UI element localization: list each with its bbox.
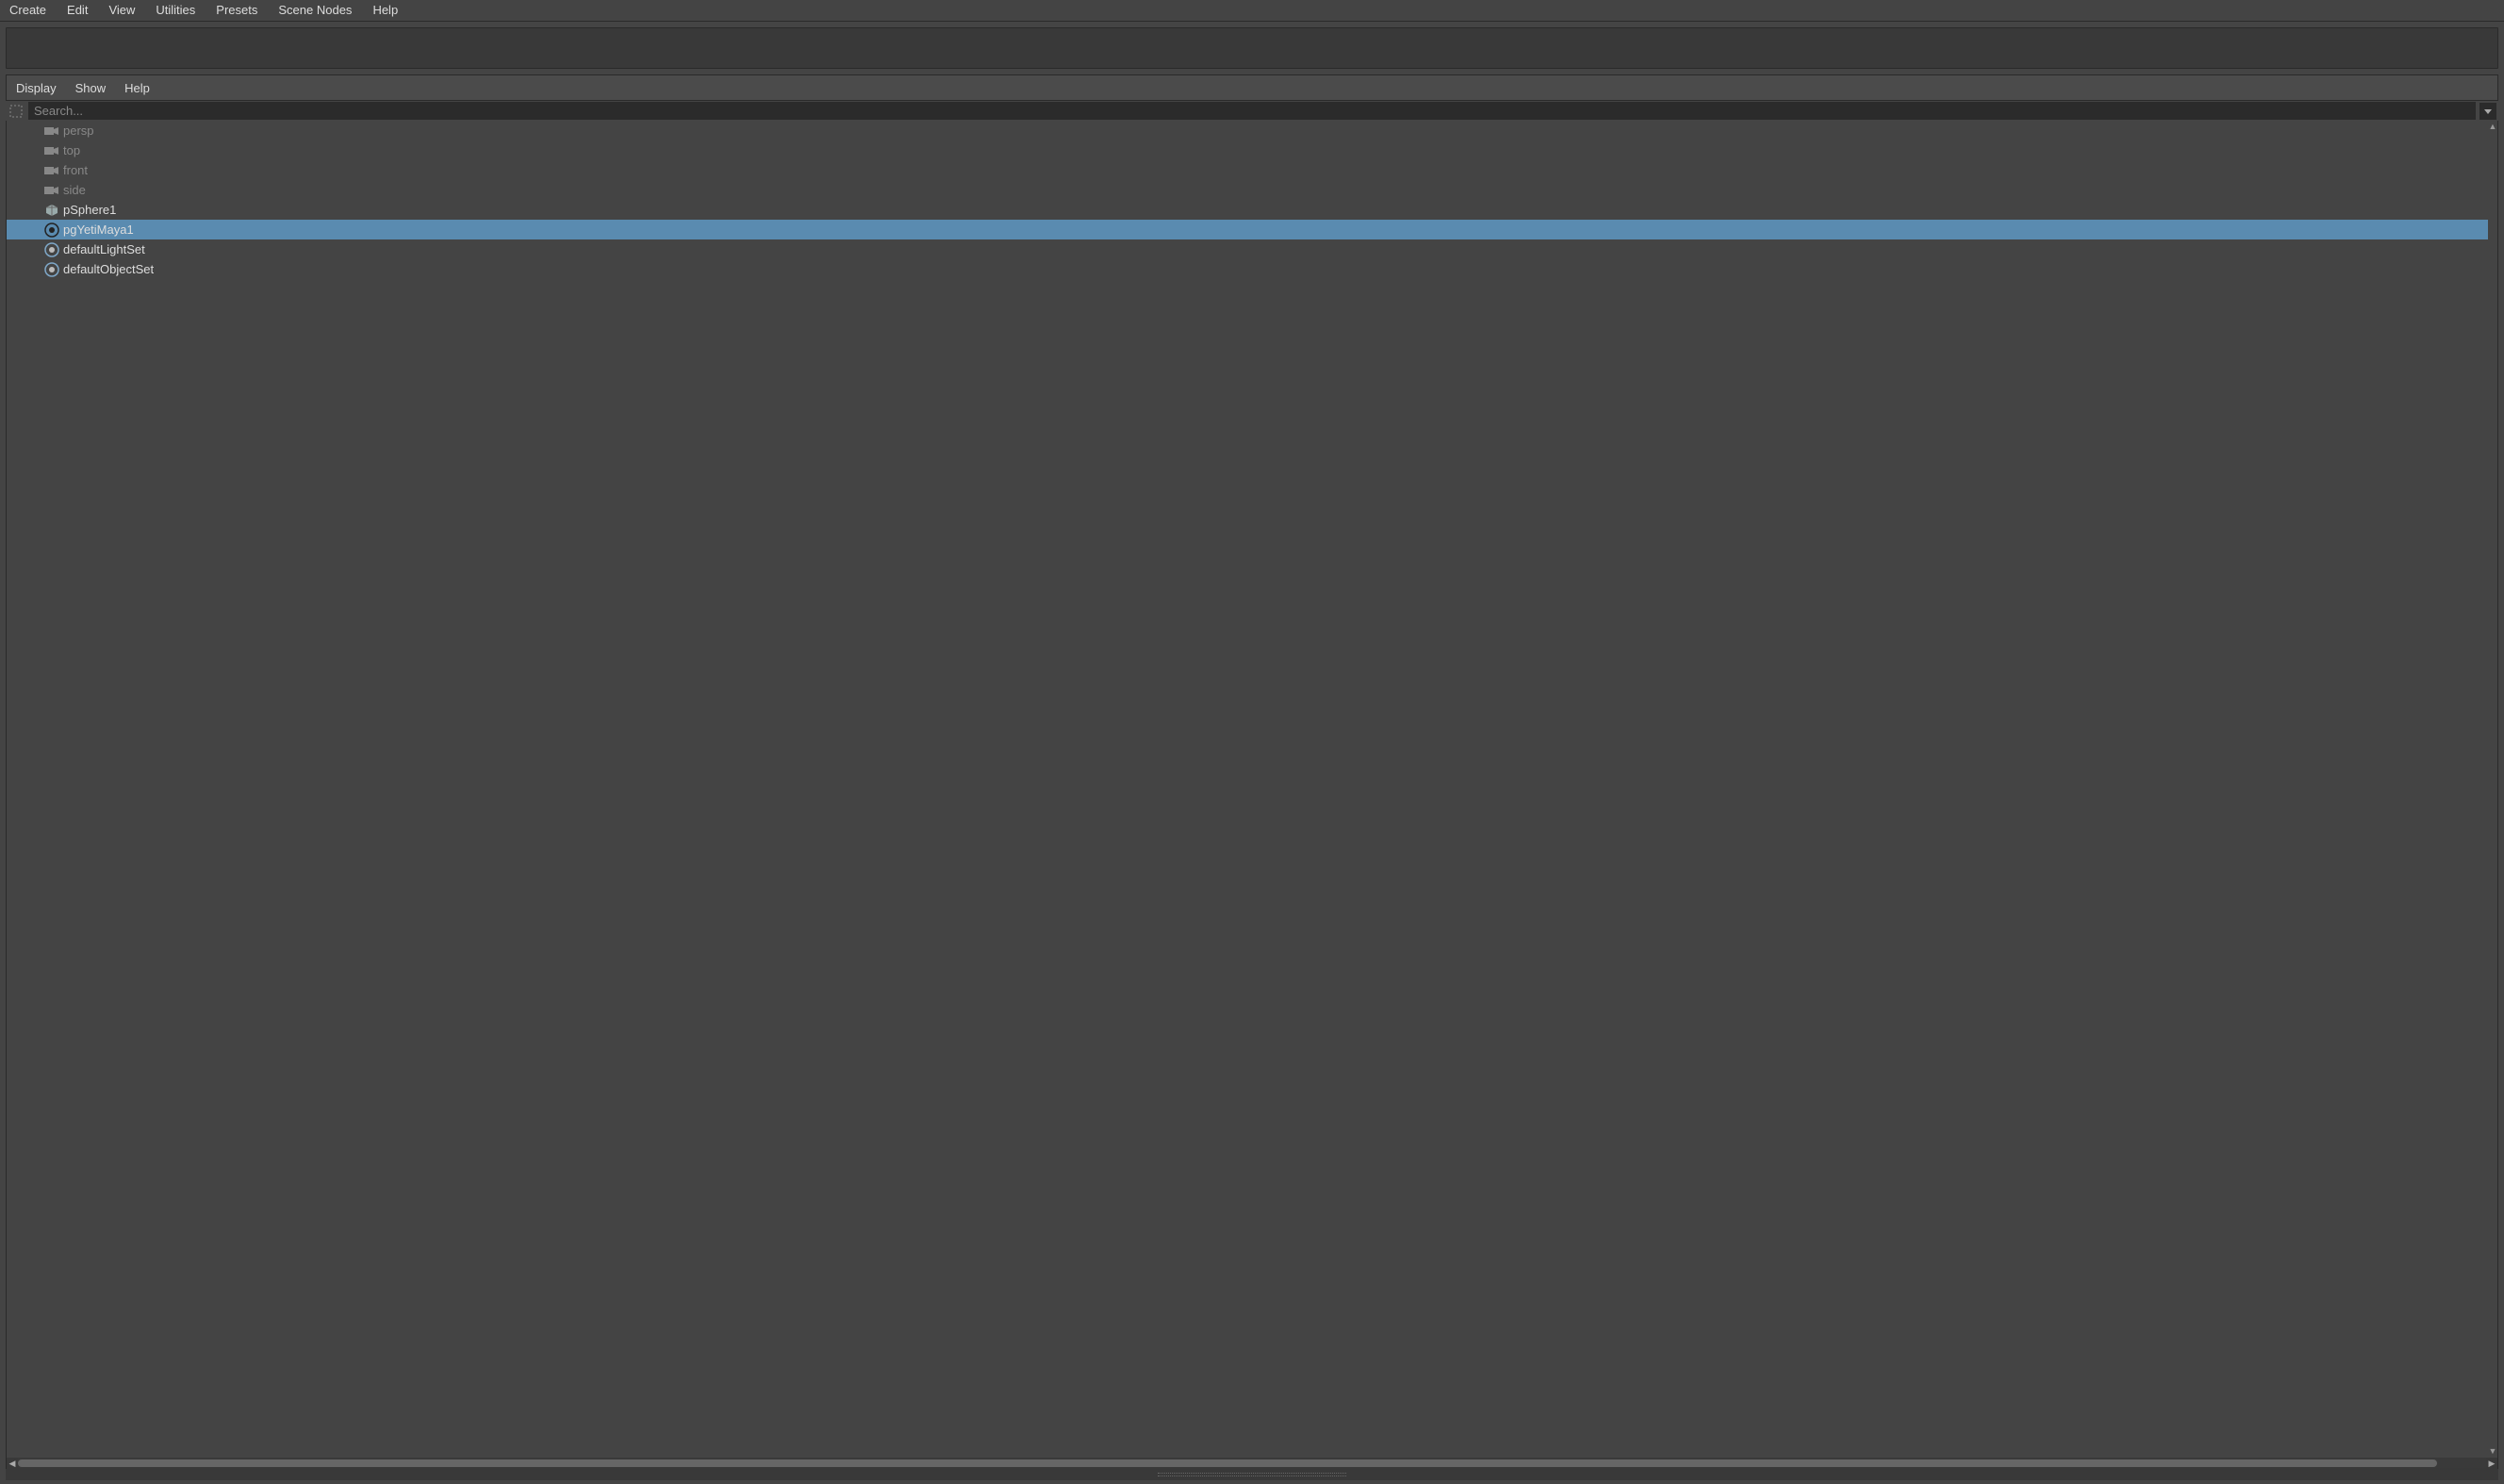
menu-create[interactable]: Create xyxy=(9,3,46,17)
outliner-item-label: side xyxy=(63,183,86,197)
outliner-panel: persp top front side pSphere1 pgYetiMaya1 defa… xyxy=(6,121,2498,1469)
set-icon xyxy=(44,262,59,277)
hscroll-thumb[interactable] xyxy=(18,1459,2437,1467)
menu-view[interactable]: View xyxy=(108,3,135,17)
resize-grip-icon[interactable] xyxy=(1158,1473,1346,1476)
vertical-scrollbar[interactable]: ▲ ▼ xyxy=(2488,121,2497,1458)
main-menu-bar: Create Edit View Utilities Presets Scene… xyxy=(0,0,2504,22)
outliner-item[interactable]: pSphere1 xyxy=(7,200,2497,220)
outliner-item[interactable]: defaultLightSet xyxy=(7,239,2497,259)
camera-icon xyxy=(44,124,59,139)
camera-icon xyxy=(44,183,59,198)
menu-presets[interactable]: Presets xyxy=(216,3,257,17)
outliner-item[interactable]: side xyxy=(7,180,2497,200)
menu-help[interactable]: Help xyxy=(372,3,398,17)
menu-edit[interactable]: Edit xyxy=(67,3,88,17)
outliner-list: persp top front side pSphere1 pgYetiMaya1 defa… xyxy=(7,121,2497,1458)
scroll-down-arrow-icon[interactable]: ▼ xyxy=(2489,1447,2497,1456)
panel-menu-show[interactable]: Show xyxy=(75,81,107,95)
camera-icon xyxy=(44,163,59,178)
status-bar xyxy=(6,1469,2498,1480)
outliner-item[interactable]: persp xyxy=(7,121,2497,140)
outliner-item-label: defaultLightSet xyxy=(63,242,145,256)
outliner-item-label: defaultObjectSet xyxy=(63,262,154,276)
panel-menu-display[interactable]: Display xyxy=(16,81,57,95)
outliner-item[interactable]: pgYetiMaya1 xyxy=(7,220,2497,239)
shelf xyxy=(6,27,2498,69)
menu-utilities[interactable]: Utilities xyxy=(156,3,195,17)
outliner-item[interactable]: front xyxy=(7,160,2497,180)
mesh-icon xyxy=(44,203,59,218)
hscroll-track[interactable] xyxy=(18,1459,2486,1468)
scroll-right-arrow-icon[interactable]: ▶ xyxy=(2486,1459,2497,1469)
outliner-item-label: pSphere1 xyxy=(63,203,116,217)
horizontal-scrollbar[interactable]: ◀ ▶ xyxy=(7,1458,2497,1469)
search-row xyxy=(6,101,2498,121)
yeti-icon xyxy=(44,223,59,238)
outliner-item[interactable]: top xyxy=(7,140,2497,160)
search-input[interactable] xyxy=(28,102,2476,120)
outliner-item-label: pgYetiMaya1 xyxy=(63,223,134,237)
outliner-item[interactable]: defaultObjectSet xyxy=(7,259,2497,279)
set-icon xyxy=(44,242,59,257)
scroll-left-arrow-icon[interactable]: ◀ xyxy=(7,1459,18,1469)
search-dropdown-icon[interactable] xyxy=(2479,103,2496,120)
selection-mode-icon[interactable] xyxy=(8,103,25,120)
outliner-item-label: persp xyxy=(63,124,94,138)
panel-menu-help[interactable]: Help xyxy=(124,81,150,95)
menu-scene-nodes[interactable]: Scene Nodes xyxy=(278,3,352,17)
outliner-item-label: front xyxy=(63,163,88,177)
outliner-panel-menu: Display Show Help xyxy=(6,74,2498,101)
outliner-item-label: top xyxy=(63,143,80,157)
camera-icon xyxy=(44,143,59,158)
scroll-up-arrow-icon[interactable]: ▲ xyxy=(2489,123,2497,131)
